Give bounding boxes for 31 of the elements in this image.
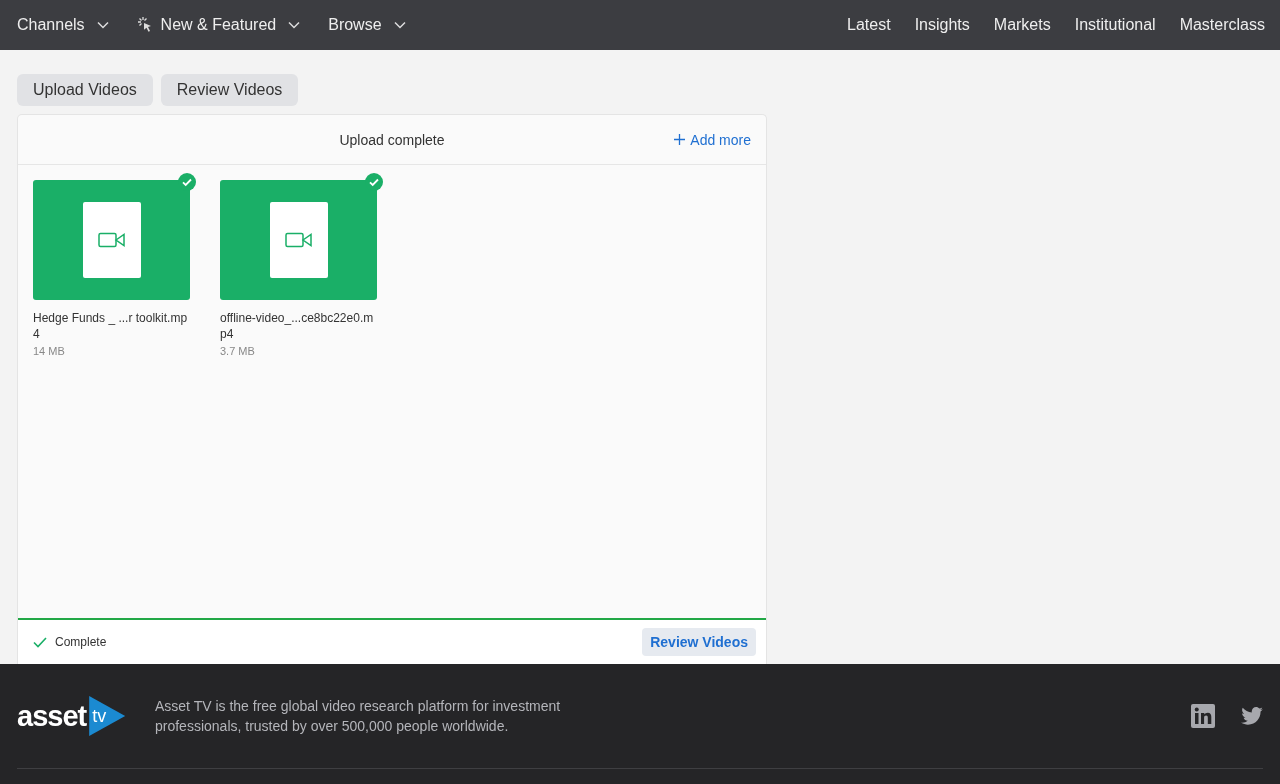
- chevron-down-icon: [393, 21, 406, 29]
- video-camera-icon: [97, 232, 126, 248]
- review-videos-button[interactable]: Review Videos: [642, 628, 756, 656]
- file-size: 3.7 MB: [220, 345, 256, 357]
- nav-link[interactable]: Latest: [847, 16, 891, 34]
- plus-icon: [674, 134, 686, 145]
- bird-icon[interactable]: [1241, 707, 1263, 725]
- status-text: Complete: [55, 635, 107, 649]
- upload-title: Upload complete: [339, 131, 445, 148]
- sparkle-cursor-icon: [136, 16, 153, 34]
- chevron-down-icon: [96, 21, 109, 29]
- add-more-link[interactable]: Add more: [674, 131, 751, 148]
- nav-link[interactable]: Masterclass: [1179, 16, 1265, 34]
- nav-menu[interactable]: New & Featured: [136, 16, 301, 34]
- logo-play-mark: tv: [89, 696, 126, 736]
- linkedin-icon[interactable]: [1191, 704, 1215, 728]
- chevron-down-icon: [288, 21, 301, 29]
- file-size: 14 MB: [33, 345, 66, 357]
- nav-menu[interactable]: Browse: [328, 16, 406, 34]
- nav-link[interactable]: Institutional: [1074, 16, 1156, 34]
- file-name: offline-video_...ce8bc22e0.mp4: [220, 310, 375, 342]
- nav-link[interactable]: Markets: [993, 16, 1051, 34]
- tab-button[interactable]: Review Videos: [160, 74, 299, 106]
- nav-link[interactable]: Insights: [914, 16, 970, 34]
- nav-menu[interactable]: Channels: [17, 16, 109, 34]
- tab-button[interactable]: Upload Videos: [17, 74, 153, 106]
- video-camera-icon: [284, 232, 313, 248]
- logo-wordmark: asset: [17, 699, 87, 733]
- file-name: Hedge Funds _ ...r toolkit.mp4: [33, 310, 188, 342]
- footer-description: Asset TV is the free global video research platform for investment professionals, trusted by over 500,000 people worldwide.: [155, 697, 562, 736]
- check-icon: [33, 636, 47, 648]
